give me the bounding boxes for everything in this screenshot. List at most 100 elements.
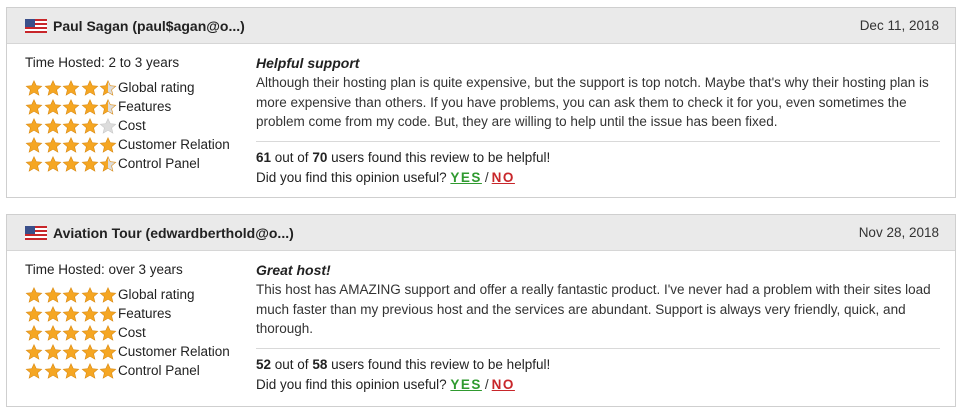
- review-title: Helpful support: [256, 55, 360, 71]
- rating-label: Global rating: [118, 80, 195, 95]
- reviews-list: Paul Sagan (paul$agan@o...) Dec 11, 2018…: [0, 0, 963, 412]
- review-ratings-panel: Time Hosted: 2 to 3 years Global rating …: [25, 55, 235, 173]
- star-icon: [99, 155, 118, 173]
- rating-row: Global rating: [25, 78, 235, 97]
- star-rating: [25, 305, 118, 323]
- star-icon: [44, 117, 63, 135]
- star-icon: [81, 343, 100, 361]
- review-header: Aviation Tour (edwardberthold@o...) Nov …: [7, 215, 955, 251]
- star-icon: [62, 305, 81, 323]
- divider: [256, 347, 940, 349]
- star-icon: [44, 305, 63, 323]
- star-icon: [44, 362, 63, 380]
- star-icon: [62, 79, 81, 97]
- star-icon: [81, 98, 100, 116]
- rating-label: Control Panel: [118, 156, 200, 171]
- star-icon: [81, 117, 100, 135]
- star-icon: [81, 155, 100, 173]
- opinion-vote: Did you find this opinion useful? YES / NO: [256, 375, 940, 395]
- star-rating: [25, 79, 118, 97]
- star-icon: [99, 79, 118, 97]
- star-rating: [25, 136, 118, 154]
- rating-label: Features: [118, 99, 172, 114]
- star-icon: [25, 362, 44, 380]
- star-icon: [62, 286, 81, 304]
- us-flag-icon: [25, 18, 47, 33]
- star-icon: [25, 98, 44, 116]
- divider: [256, 140, 940, 142]
- rating-row: Cost: [25, 323, 235, 342]
- vote-separator: /: [484, 169, 489, 185]
- star-icon: [62, 324, 81, 342]
- review-card: Paul Sagan (paul$agan@o...) Dec 11, 2018…: [6, 7, 956, 198]
- star-icon: [81, 136, 100, 154]
- star-icon: [99, 117, 118, 135]
- vote-yes-link[interactable]: YES: [450, 377, 482, 392]
- star-icon: [99, 136, 118, 154]
- opinion-question: Did you find this opinion useful?: [256, 169, 447, 185]
- star-icon: [81, 305, 100, 323]
- review-date: Nov 28, 2018: [858, 225, 939, 240]
- star-icon: [44, 324, 63, 342]
- rating-row: Control Panel: [25, 154, 235, 173]
- us-flag-icon: [25, 225, 47, 240]
- star-rating: [25, 343, 118, 361]
- star-icon: [81, 286, 100, 304]
- star-icon: [62, 155, 81, 173]
- review-card: Aviation Tour (edwardberthold@o...) Nov …: [6, 214, 956, 407]
- rating-label: Customer Relation: [118, 137, 230, 152]
- star-rating: [25, 117, 118, 135]
- helpful-summary: 61 out of 70 users found this review to …: [256, 148, 940, 168]
- star-icon: [25, 117, 44, 135]
- review-author: Paul Sagan (paul$agan@o...): [53, 17, 245, 34]
- vote-no-link[interactable]: NO: [492, 377, 515, 392]
- rating-row: Customer Relation: [25, 135, 235, 154]
- star-icon: [25, 343, 44, 361]
- star-rating: [25, 286, 118, 304]
- star-icon: [62, 136, 81, 154]
- rating-label: Cost: [118, 325, 146, 340]
- star-icon: [99, 362, 118, 380]
- helpful-count: 52: [256, 356, 272, 372]
- star-icon: [44, 286, 63, 304]
- star-icon: [44, 343, 63, 361]
- star-rating: [25, 362, 118, 380]
- vote-no-link[interactable]: NO: [492, 170, 515, 185]
- opinion-vote: Did you find this opinion useful? YES / NO: [256, 168, 940, 188]
- star-icon: [99, 286, 118, 304]
- star-icon: [25, 79, 44, 97]
- star-icon: [81, 362, 100, 380]
- rating-label: Control Panel: [118, 363, 200, 378]
- star-icon: [25, 305, 44, 323]
- star-icon: [62, 117, 81, 135]
- helpful-suffix: users found this review to be helpful!: [327, 356, 551, 372]
- opinion-question: Did you find this opinion useful?: [256, 376, 447, 392]
- star-icon: [44, 98, 63, 116]
- star-icon: [25, 324, 44, 342]
- time-hosted: Time Hosted: over 3 years: [25, 262, 183, 277]
- rating-label: Global rating: [118, 287, 195, 302]
- star-icon: [99, 324, 118, 342]
- star-icon: [62, 343, 81, 361]
- star-rating: [25, 98, 118, 116]
- star-rating: [25, 324, 118, 342]
- rating-label: Features: [118, 306, 172, 321]
- rating-row: Customer Relation: [25, 342, 235, 361]
- helpful-summary: 52 out of 58 users found this review to …: [256, 355, 940, 375]
- helpful-total: 70: [312, 149, 328, 165]
- vote-yes-link[interactable]: YES: [450, 170, 482, 185]
- review-header: Paul Sagan (paul$agan@o...) Dec 11, 2018: [7, 8, 955, 44]
- rating-row: Global rating: [25, 285, 235, 304]
- star-icon: [62, 362, 81, 380]
- helpful-out-of: out of: [271, 149, 313, 165]
- review-text: This host has AMAZING support and offer …: [256, 282, 931, 336]
- review-content: Helpful support Although their hosting p…: [256, 55, 940, 188]
- star-icon: [81, 79, 100, 97]
- helpful-total: 58: [312, 356, 328, 372]
- review-title: Great host!: [256, 262, 331, 278]
- review-body: Time Hosted: over 3 years Global rating …: [7, 251, 955, 406]
- rating-row: Cost: [25, 116, 235, 135]
- rating-row: Features: [25, 304, 235, 323]
- rating-row: Features: [25, 97, 235, 116]
- rating-label: Cost: [118, 118, 146, 133]
